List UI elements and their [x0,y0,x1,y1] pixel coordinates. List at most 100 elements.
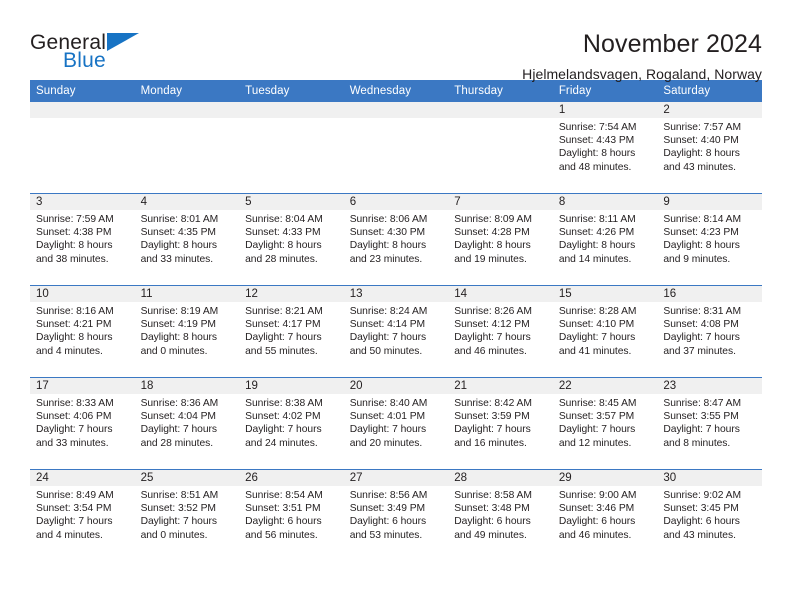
general-blue-logo[interactable]: General Blue [30,30,148,76]
day-daylight-line1-text: Daylight: 7 hours [454,424,531,436]
day-daylight-line1-text: Daylight: 6 hours [349,516,427,528]
calendar-day-cell[interactable]: 12 Sunrise: 8:21 AM Sunset: 4:17 PM Dayligh… [239,285,344,378]
day-daylight-line1-text: Daylight: 6 hours [663,516,740,528]
day-sunrise-text: Sunrise: 8:58 AM [454,490,532,501]
calendar-day-cell[interactable]: 11 Sunrise: 8:19 AM Sunset: 4:19 PM Dayligh… [134,285,240,378]
day-sunset-text: Sunset: 4:21 PM [36,319,112,331]
calendar-day-cell[interactable]: 29 Sunrise: 9:00 AM Sunset: 3:46 PM Dayligh… [552,469,658,561]
day-daylight-line2-text: and 53 minutes. [349,529,423,541]
calendar-day-cell[interactable]: 1 Sunrise: 7:54 AM Sunset: 4:43 PM Daylight… [552,102,658,194]
day-daylight-line1-text: Daylight: 7 hours [245,424,322,436]
day-daylight-line2-text: and 43 minutes. [663,529,736,541]
day-sunset-text: Sunset: 4:10 PM [558,319,635,331]
day-sunrise-text: Sunrise: 9:00 AM [558,490,637,501]
calendar-day-cell[interactable]: 17 Sunrise: 8:33 AM Sunset: 4:06 PM Dayligh… [30,377,135,470]
day-sun-info: Sunrise: 8:21 AM Sunset: 4:17 PM Daylight:… [239,302,344,358]
day-sunset-text: Sunset: 3:57 PM [558,411,635,423]
day-daylight-line1-text: Daylight: 6 hours [558,516,636,528]
calendar-day-cell[interactable]: 27 Sunrise: 8:56 AM Sunset: 3:49 PM Dayligh… [343,469,449,561]
day-daylight-line2-text: and 38 minutes. [36,253,109,265]
day-number: 23 [657,378,762,394]
day-sunset-text: Sunset: 4:14 PM [349,319,426,331]
day-sun-info: Sunrise: 8:16 AM Sunset: 4:21 PM Daylight:… [30,302,135,358]
day-sunset-text: Sunset: 4:28 PM [454,227,530,239]
calendar-day-cell[interactable]: 26 Sunrise: 8:54 AM Sunset: 3:51 PM Dayligh… [239,469,344,561]
day-sun-info: Sunrise: 9:00 AM Sunset: 3:46 PM Daylight:… [553,486,658,542]
calendar-day-cell[interactable]: 14 Sunrise: 8:26 AM Sunset: 4:12 PM Dayligh… [448,285,553,378]
day-sun-info: Sunrise: 8:40 AM Sunset: 4:01 PM Daylight:… [344,394,449,450]
calendar-day-cell[interactable]: 24 Sunrise: 8:49 AM Sunset: 3:54 PM Dayligh… [30,469,135,561]
calendar-day-cell[interactable]: 21 Sunrise: 8:42 AM Sunset: 3:59 PM Dayligh… [448,377,553,470]
day-sunrise-text: Sunrise: 7:54 AM [558,122,637,133]
day-daylight-line2-text: and 46 minutes. [558,529,632,541]
calendar-day-cell[interactable]: 8 Sunrise: 8:11 AM Sunset: 4:26 PM Daylight… [552,193,658,286]
day-daylight-line1-text: Daylight: 8 hours [558,148,636,160]
day-sunrise-text: Sunrise: 9:02 AM [663,490,741,501]
calendar-day-cell[interactable]: 6 Sunrise: 8:06 AM Sunset: 4:30 PM Daylight… [343,193,449,286]
day-sun-info: Sunrise: 8:49 AM Sunset: 3:54 PM Daylight:… [30,486,135,542]
day-sunrise-text: Sunrise: 8:06 AM [349,214,428,225]
day-sun-info: Sunrise: 8:36 AM Sunset: 4:04 PM Daylight:… [135,394,240,450]
calendar-day-cell[interactable]: 9 Sunrise: 8:14 AM Sunset: 4:23 PM Daylight… [657,193,762,286]
calendar-day-cell[interactable]: 30 Sunrise: 9:02 AM Sunset: 3:45 PM Dayligh… [657,469,762,561]
day-daylight-line2-text: and 50 minutes. [349,345,423,357]
day-sunset-text: Sunset: 4:38 PM [36,227,112,239]
day-sun-info: Sunrise: 8:06 AM Sunset: 4:30 PM Daylight:… [344,210,449,266]
day-daylight-line2-text: and 23 minutes. [349,253,423,265]
day-number: 13 [343,286,449,302]
day-sunset-text: Sunset: 3:49 PM [349,503,426,515]
day-daylight-line2-text: and 33 minutes. [140,253,214,265]
day-sunrise-text: Sunrise: 8:47 AM [663,398,741,409]
calendar-day-cell[interactable]: 20 Sunrise: 8:40 AM Sunset: 4:01 PM Dayligh… [343,377,449,470]
calendar-day-cell[interactable]: 13 Sunrise: 8:24 AM Sunset: 4:14 PM Dayligh… [343,285,449,378]
day-sun-info: Sunrise: 8:26 AM Sunset: 4:12 PM Daylight:… [448,302,553,358]
day-daylight-line2-text: and 48 minutes. [558,161,632,173]
calendar-day-cell[interactable]: 16 Sunrise: 8:31 AM Sunset: 4:08 PM Dayligh… [657,285,762,378]
calendar-day-cell-empty [448,102,553,194]
day-sunrise-text: Sunrise: 8:31 AM [663,306,741,317]
day-sun-info: Sunrise: 8:19 AM Sunset: 4:19 PM Daylight:… [135,302,240,358]
day-sun-info: Sunrise: 8:09 AM Sunset: 4:28 PM Daylight:… [448,210,553,266]
day-sunset-text: Sunset: 3:54 PM [36,503,112,515]
day-number: 1 [552,102,658,118]
calendar-day-cell[interactable]: 15 Sunrise: 8:28 AM Sunset: 4:10 PM Dayligh… [552,285,658,378]
day-daylight-line1-text: Daylight: 8 hours [663,240,740,252]
calendar-day-cell[interactable]: 19 Sunrise: 8:38 AM Sunset: 4:02 PM Dayligh… [239,377,344,470]
sunrise-sunset-calendar: Sunday Monday Tuesday Wednesday Thursday… [30,80,762,561]
day-number: 22 [552,378,658,394]
calendar-day-cell[interactable]: 25 Sunrise: 8:51 AM Sunset: 3:52 PM Dayligh… [134,469,240,561]
day-number: 19 [239,378,344,394]
day-daylight-line1-text: Daylight: 7 hours [140,516,217,528]
day-sunrise-text: Sunrise: 8:45 AM [558,398,637,409]
calendar-day-cell[interactable]: 10 Sunrise: 8:16 AM Sunset: 4:21 PM Dayligh… [30,285,135,378]
day-daylight-line1-text: Daylight: 7 hours [36,516,113,528]
calendar-day-cell[interactable]: 23 Sunrise: 8:47 AM Sunset: 3:55 PM Dayligh… [657,377,762,470]
calendar-day-cell[interactable]: 28 Sunrise: 8:58 AM Sunset: 3:48 PM Dayligh… [448,469,553,561]
day-sun-info: Sunrise: 8:45 AM Sunset: 3:57 PM Daylight:… [553,394,658,450]
calendar-day-cell[interactable]: 22 Sunrise: 8:45 AM Sunset: 3:57 PM Dayligh… [552,377,658,470]
calendar-day-cell[interactable]: 18 Sunrise: 8:36 AM Sunset: 4:04 PM Dayligh… [134,377,240,470]
day-daylight-line1-text: Daylight: 7 hours [558,332,636,344]
day-sunset-text: Sunset: 4:40 PM [663,135,739,147]
calendar-day-cell[interactable]: 4 Sunrise: 8:01 AM Sunset: 4:35 PM Daylight… [134,193,240,286]
day-daylight-line1-text: Daylight: 8 hours [454,240,531,252]
day-sunset-text: Sunset: 4:06 PM [36,411,112,423]
day-sunrise-text: Sunrise: 8:40 AM [349,398,428,409]
calendar-day-cell[interactable]: 5 Sunrise: 8:04 AM Sunset: 4:33 PM Daylight… [239,193,344,286]
calendar-week-row: 24 Sunrise: 8:49 AM Sunset: 3:54 PM Dayligh… [30,469,762,561]
calendar-day-cell[interactable]: 2 Sunrise: 7:57 AM Sunset: 4:40 PM Daylight… [657,102,762,194]
calendar-week-row: 10 Sunrise: 8:16 AM Sunset: 4:21 PM Dayligh… [30,285,762,378]
day-daylight-line2-text: and 33 minutes. [36,437,109,449]
day-sunset-text: Sunset: 4:23 PM [663,227,739,239]
day-sunrise-text: Sunrise: 8:56 AM [349,490,428,501]
day-sunset-text: Sunset: 4:43 PM [558,135,635,147]
day-sunset-text: Sunset: 3:46 PM [558,503,635,515]
day-sunset-text: Sunset: 4:12 PM [454,319,530,331]
day-daylight-line2-text: and 56 minutes. [245,529,318,541]
calendar-day-cell-empty [239,102,344,194]
day-daylight-line2-text: and 43 minutes. [663,161,736,173]
day-sun-info: Sunrise: 8:01 AM Sunset: 4:35 PM Daylight:… [135,210,240,266]
calendar-day-cell[interactable]: 7 Sunrise: 8:09 AM Sunset: 4:28 PM Daylight… [448,193,553,286]
calendar-day-cell[interactable]: 3 Sunrise: 7:59 AM Sunset: 4:38 PM Daylight… [30,193,135,286]
day-number: 29 [552,470,658,486]
